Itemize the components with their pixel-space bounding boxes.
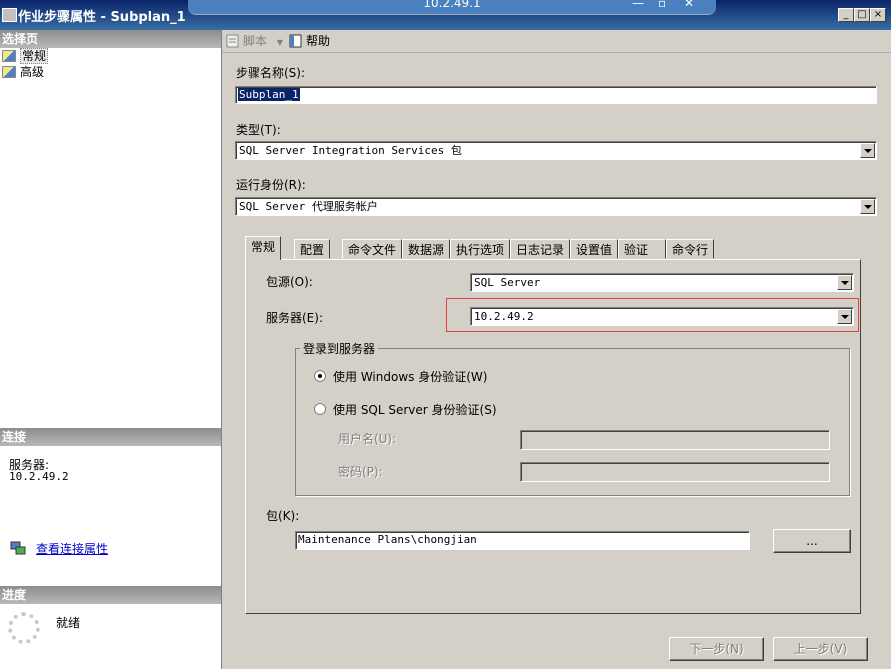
- help-button[interactable]: 帮助: [289, 32, 330, 50]
- remote-restore-icon[interactable]: ▫: [658, 0, 666, 10]
- tab-command-files[interactable]: 命令文件: [342, 239, 403, 259]
- package-source-label: 包源(O):: [266, 275, 313, 289]
- select-page-header: 选择页: [0, 30, 221, 48]
- page-item-advanced[interactable]: 高级: [2, 64, 44, 80]
- server-label: 服务器(E):: [266, 311, 323, 325]
- tab-data-sources[interactable]: 数据源: [402, 239, 451, 259]
- view-connection-properties-link[interactable]: 查看连接属性: [36, 540, 108, 557]
- browse-package-button[interactable]: ...: [773, 529, 851, 553]
- password-label: 密码(P):: [338, 465, 383, 479]
- minimize-button[interactable]: _: [838, 8, 854, 22]
- username-input[interactable]: [520, 430, 830, 450]
- connection-server-value: 10.2.49.2: [9, 470, 69, 483]
- tab-configuration[interactable]: 配置: [294, 239, 331, 259]
- package-source-select[interactable]: SQL Server: [470, 273, 854, 292]
- package-label: 包(K):: [266, 509, 300, 523]
- tab-verification[interactable]: 验证: [618, 239, 666, 259]
- close-button[interactable]: ×: [870, 8, 886, 22]
- sql-auth-radio[interactable]: [314, 403, 326, 415]
- tab-set-values[interactable]: 设置值: [570, 239, 619, 259]
- connection-header: 连接: [0, 428, 221, 446]
- sql-auth-label[interactable]: 使用 SQL Server 身份验证(S): [333, 401, 497, 418]
- script-dropdown-icon[interactable]: ▼: [277, 38, 283, 47]
- page-icon: [2, 66, 16, 78]
- step-name-label: 步骤名称(S):: [236, 66, 306, 80]
- windows-auth-label[interactable]: 使用 Windows 身份验证(W): [333, 368, 487, 385]
- tab-execution-options[interactable]: 执行选项: [450, 239, 511, 259]
- type-label: 类型(T):: [236, 123, 281, 137]
- tab-general[interactable]: 常规: [245, 236, 282, 260]
- connection-properties-icon: [10, 541, 26, 555]
- left-pane: 选择页 常规 高级 连接 服务器: 10.2.49.2 查看连接属性 进度 就绪: [0, 30, 222, 669]
- window-icon: [2, 8, 17, 22]
- script-button[interactable]: 脚本 ▼: [226, 32, 283, 50]
- type-select[interactable]: SQL Server Integration Services 包: [235, 141, 877, 160]
- run-as-select[interactable]: SQL Server 代理服务帐户: [235, 197, 877, 216]
- run-as-label: 运行身份(R):: [236, 178, 306, 192]
- progress-status: 就绪: [56, 616, 81, 630]
- package-path-input[interactable]: Maintenance Plans\chongjian: [295, 531, 750, 550]
- toolbar: 脚本 ▼ 帮助: [222, 30, 891, 53]
- remote-connection-bar: 10.2.49.1 — ▫ ✕: [188, 0, 716, 15]
- script-icon: [226, 34, 240, 48]
- windows-auth-radio[interactable]: [314, 370, 326, 382]
- password-input[interactable]: [520, 462, 830, 482]
- remote-minimize-icon[interactable]: —: [632, 0, 644, 10]
- maximize-button[interactable]: □: [854, 8, 870, 22]
- chevron-down-icon[interactable]: [860, 199, 875, 214]
- help-icon: [289, 34, 303, 48]
- login-group-title: 登录到服务器: [300, 340, 379, 357]
- page-item-general[interactable]: 常规: [2, 48, 49, 64]
- chevron-down-icon[interactable]: [837, 275, 852, 290]
- tab-logging[interactable]: 日志记录: [510, 239, 571, 259]
- username-label: 用户名(U):: [338, 432, 397, 446]
- remote-close-icon[interactable]: ✕: [684, 0, 694, 10]
- window-title: 作业步骤属性 - Subplan_1: [18, 10, 186, 25]
- tab-command-line[interactable]: 命令行: [666, 239, 715, 259]
- previous-button[interactable]: 上一步(V): [773, 637, 868, 661]
- progress-header: 进度: [0, 586, 221, 604]
- page-icon: [2, 50, 16, 62]
- progress-spinner-icon: [8, 612, 40, 644]
- next-button[interactable]: 下一步(N): [669, 637, 764, 661]
- step-name-input[interactable]: Subplan_1: [235, 86, 877, 104]
- highlight-annotation-box: [446, 298, 859, 332]
- chevron-down-icon[interactable]: [860, 143, 875, 158]
